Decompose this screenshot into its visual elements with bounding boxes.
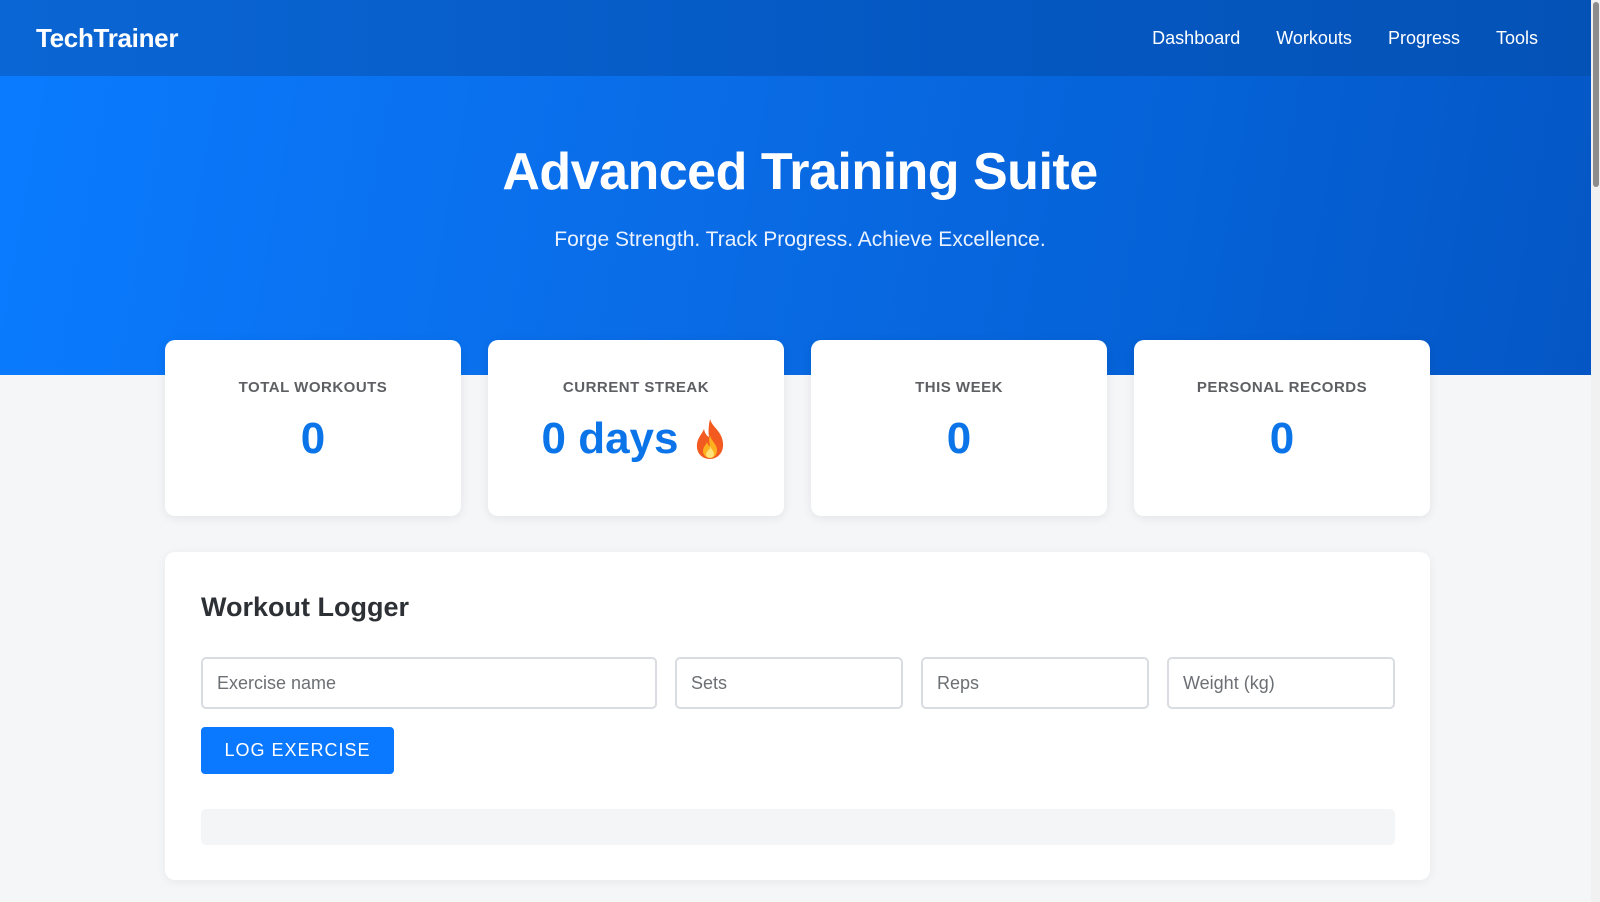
brand-logo[interactable]: TechTrainer	[36, 23, 178, 54]
stat-label: THIS WEEK	[915, 379, 1003, 396]
stat-value: 0 days	[488, 414, 784, 464]
nav-link-tools[interactable]: Tools	[1496, 28, 1538, 49]
hero-subtitle: Forge Strength. Track Progress. Achieve …	[554, 228, 1046, 251]
app-viewport: TechTrainer Dashboard Workouts Progress …	[0, 0, 1600, 902]
stat-card-total-workouts: TOTAL WORKOUTS 0	[165, 340, 461, 516]
stat-card-this-week: THIS WEEK 0	[811, 340, 1107, 516]
stat-value: 0	[1134, 414, 1430, 464]
nav-link-dashboard[interactable]: Dashboard	[1152, 28, 1240, 49]
scrollbar-thumb[interactable]	[1593, 2, 1599, 187]
stat-label: PERSONAL RECORDS	[1196, 379, 1368, 396]
logger-input-row	[201, 657, 1395, 709]
stat-value: 0	[165, 414, 461, 464]
page-scrollbar[interactable]	[1591, 0, 1600, 902]
nav-link-progress[interactable]: Progress	[1388, 28, 1460, 49]
stat-value-text: 0	[1269, 414, 1295, 463]
exercise-log-list	[201, 809, 1395, 845]
stat-label: CURRENT STREAK	[562, 379, 710, 396]
hero-title: Advanced Training Suite	[502, 143, 1098, 201]
stat-card-current-streak: CURRENT STREAK 0 days	[488, 340, 784, 516]
stat-card-personal-records: PERSONAL RECORDS 0	[1134, 340, 1430, 516]
reps-input[interactable]	[921, 657, 1149, 709]
workout-logger-panel: Workout Logger LOG EXERCISE	[165, 552, 1430, 880]
nav-links: Dashboard Workouts Progress Tools	[1152, 28, 1538, 49]
workout-logger-title: Workout Logger	[201, 592, 409, 622]
top-navbar: TechTrainer Dashboard Workouts Progress …	[0, 0, 1600, 76]
sets-input[interactable]	[675, 657, 903, 709]
stat-value-text: 0	[300, 414, 326, 463]
fire-icon	[690, 417, 730, 461]
stats-row: TOTAL WORKOUTS 0 CURRENT STREAK 0 days T…	[165, 340, 1430, 516]
hero-banner: Advanced Training Suite Forge Strength. …	[0, 76, 1600, 375]
stat-value-text: 0 days	[541, 414, 679, 463]
stat-label: TOTAL WORKOUTS	[238, 379, 388, 396]
nav-link-workouts[interactable]: Workouts	[1276, 28, 1352, 49]
exercise-name-input[interactable]	[201, 657, 657, 709]
weight-input[interactable]	[1167, 657, 1395, 709]
stat-value: 0	[811, 414, 1107, 464]
log-exercise-button[interactable]: LOG EXERCISE	[201, 727, 394, 774]
stat-value-text: 0	[946, 414, 972, 463]
